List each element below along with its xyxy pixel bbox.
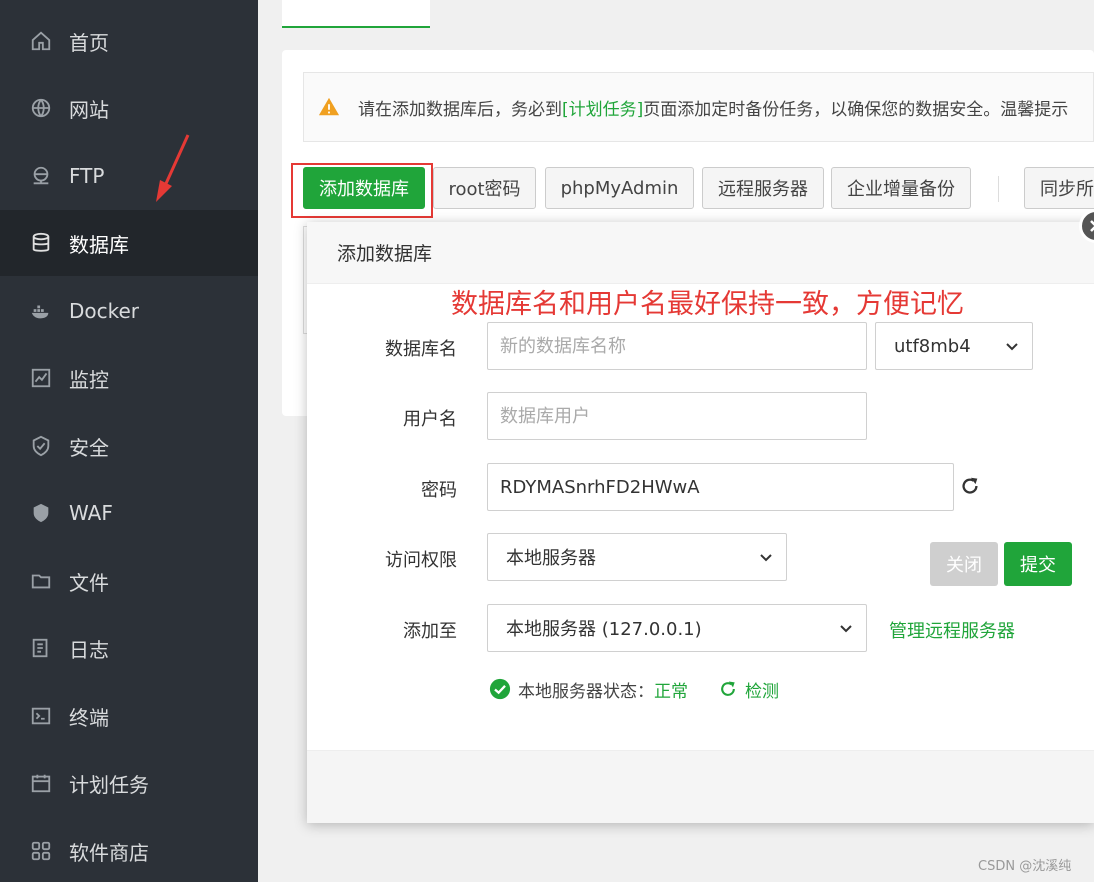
close-button[interactable]: 关闭 (930, 542, 998, 586)
globe-icon (30, 97, 52, 119)
sidebar-item-label: 数据库 (69, 232, 129, 257)
sidebar-item-label: FTP (69, 164, 105, 188)
sidebar-item-files[interactable]: 文件 (0, 548, 258, 614)
dialog-title: 添加数据库 (307, 222, 1094, 284)
close-icon (1090, 220, 1094, 232)
annotation-arrow (156, 134, 190, 202)
password-field[interactable] (487, 463, 954, 511)
server-status: 本地服务器状态： 正常 检测 (489, 676, 779, 702)
sidebar-item-label: Docker (69, 299, 140, 323)
cron-link[interactable]: [计划任务] (562, 95, 643, 120)
chevron-down-icon (1006, 343, 1018, 351)
sidebar-item-security[interactable]: 安全 (0, 413, 258, 479)
docker-icon (30, 300, 52, 322)
ftp-icon (30, 165, 52, 187)
sidebar-item-label: 终端 (69, 705, 109, 730)
status-label: 本地服务器状态： (518, 681, 654, 702)
add-database-button[interactable]: 添加数据库 (303, 167, 425, 209)
charset-value: utf8mb4 (894, 335, 971, 357)
sidebar-item-logs[interactable]: 日志 (0, 615, 258, 681)
remote-server-button[interactable]: 远程服务器 (702, 167, 824, 209)
waf-icon (30, 502, 52, 524)
db-type-tabs (258, 0, 1094, 42)
sidebar-item-label: 网站 (69, 97, 109, 122)
submit-button[interactable]: 提交 (1004, 542, 1072, 586)
shield-icon (30, 435, 52, 457)
sidebar-item-docker[interactable]: Docker (0, 278, 258, 344)
status-value: 正常 (654, 681, 688, 702)
access-select[interactable]: 本地服务器 (487, 533, 787, 581)
sidebar-item-label: 软件商店 (69, 840, 149, 865)
log-icon (30, 637, 52, 659)
enterprise-backup-button[interactable]: 企业增量备份 (831, 167, 971, 209)
warning-icon (318, 97, 340, 116)
toolbar-divider (998, 176, 999, 202)
access-label: 访问权限 (385, 550, 457, 571)
chevron-down-icon (840, 625, 852, 633)
sidebar-item-label: 计划任务 (69, 772, 149, 797)
sidebar-item-home[interactable]: 首页 (0, 8, 258, 74)
sidebar-item-database[interactable]: 数据库 (0, 210, 258, 276)
refresh-icon[interactable] (959, 475, 981, 497)
home-icon (30, 30, 52, 52)
server-select[interactable]: 本地服务器 (127.0.0.1) (487, 604, 867, 652)
sync-button[interactable]: 同步所 (1024, 167, 1094, 209)
watermark: CSDN @沈溪纯 (978, 859, 1072, 874)
sidebar-item-store[interactable]: 软件商店 (0, 818, 258, 882)
dialog-footer (307, 750, 1094, 823)
monitor-icon (30, 367, 52, 389)
charset-select[interactable]: utf8mb4 (875, 322, 1033, 370)
password-input[interactable] (500, 476, 953, 498)
sidebar-item-label: 日志 (69, 637, 109, 662)
sidebar-item-cron[interactable]: 计划任务 (0, 750, 258, 816)
user-label: 用户名 (403, 409, 457, 430)
user-input[interactable] (500, 405, 866, 427)
sidebar-item-terminal[interactable]: 终端 (0, 683, 258, 749)
tab-sqlserver[interactable] (468, 0, 608, 4)
chevron-down-icon (760, 554, 772, 562)
check-label: 检测 (745, 681, 779, 702)
check-link[interactable]: 检测 (718, 677, 779, 702)
calendar-icon (30, 772, 52, 794)
sidebar-item-ftp[interactable]: FTP (0, 143, 258, 209)
db-name-label: 数据库名 (385, 339, 457, 360)
apps-icon (30, 840, 52, 862)
notice-text-before: 请在添加数据库后，务必到 (358, 99, 562, 120)
sidebar-item-website[interactable]: 网站 (0, 75, 258, 141)
annotation-hint: 数据库名和用户名最好保持一致，方便记忆 (451, 289, 964, 320)
database-icon (30, 232, 52, 254)
add-to-label: 添加至 (403, 621, 457, 642)
db-name-input[interactable] (500, 335, 866, 357)
user-field[interactable] (487, 392, 867, 440)
sidebar-item-waf[interactable]: WAF (0, 480, 258, 546)
sidebar-item-label: 首页 (69, 30, 109, 55)
terminal-icon (30, 705, 52, 727)
refresh-icon (721, 681, 735, 696)
access-value: 本地服务器 (506, 548, 596, 569)
db-name-field[interactable] (487, 322, 867, 370)
backup-notice: 请在添加数据库后，务必到 [计划任务] 页面添加定时备份任务，以确保您的数据安全。温… (303, 72, 1094, 142)
password-label: 密码 (421, 480, 457, 501)
root-password-button[interactable]: root密码 (433, 167, 536, 209)
server-value: 本地服务器 (127.0.0.1) (506, 619, 702, 640)
sidebar-item-monitor[interactable]: 监控 (0, 345, 258, 411)
sidebar-item-label: WAF (69, 501, 113, 525)
sidebar-item-label: 文件 (69, 570, 109, 595)
sidebar-item-label: 监控 (69, 367, 109, 392)
folder-icon (30, 570, 52, 592)
phpmyadmin-button[interactable]: phpMyAdmin (545, 167, 694, 209)
manage-remote-link[interactable]: 管理远程服务器 (889, 617, 1015, 643)
sidebar-item-label: 安全 (69, 435, 109, 460)
sidebar: 首页 网站 FTP 数据库 Docker 监控 安全 WAF 文件 日志 终端 (0, 0, 258, 882)
notice-text-after: 页面添加定时备份任务，以确保您的数据安全。温馨提示 (643, 99, 1069, 120)
tab-mysql[interactable] (282, 0, 430, 28)
check-circle-icon (489, 678, 511, 700)
